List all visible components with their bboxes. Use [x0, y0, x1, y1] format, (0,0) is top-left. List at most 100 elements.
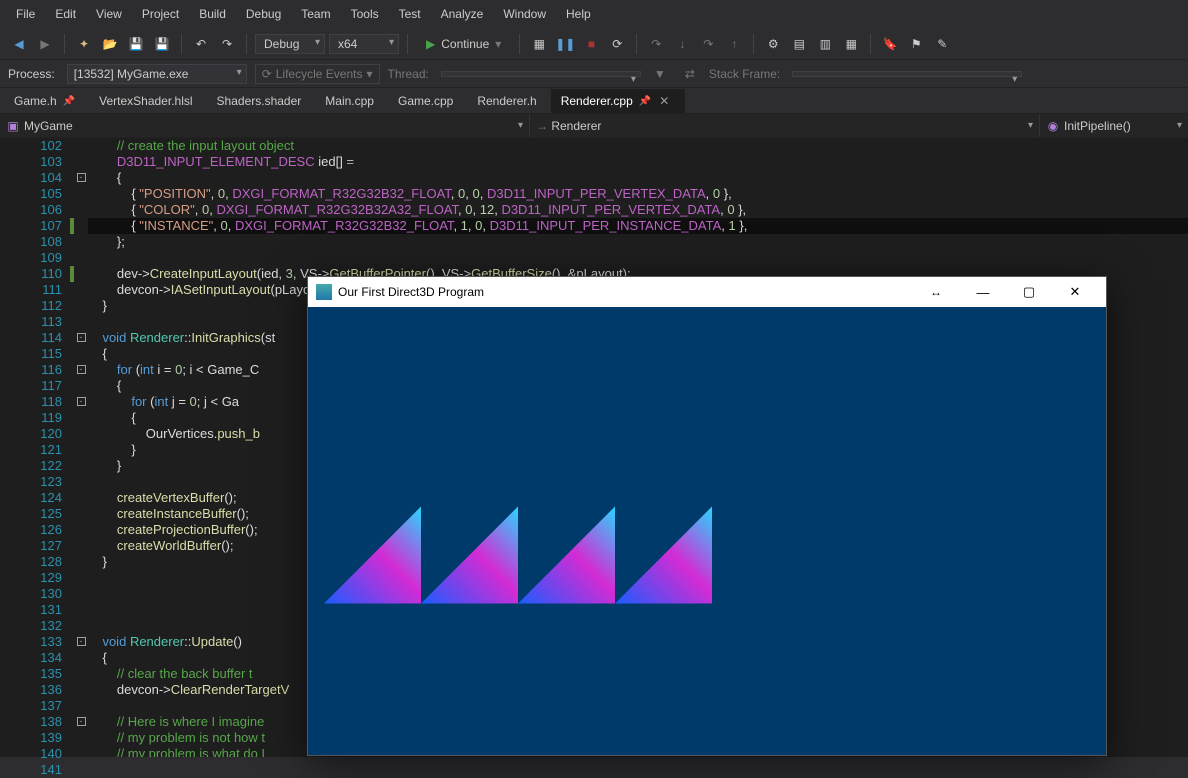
arrow-icon: → [536, 119, 551, 133]
tab-label: Game.h [14, 94, 57, 108]
menu-view[interactable]: View [86, 3, 132, 25]
class-scope-dropdown[interactable]: → Renderer ▾ [530, 114, 1040, 137]
close-button[interactable]: ✕ [1052, 277, 1098, 307]
continue-button[interactable]: ▶ Continue ▾ [416, 34, 511, 54]
debug-step-icon[interactable]: ▦ [528, 33, 550, 55]
dropdown-icon: ▾ [518, 120, 523, 131]
render-viewport [308, 307, 1106, 755]
process-dropdown[interactable]: [13532] MyGame.exe [67, 64, 247, 84]
continue-label: Continue [441, 37, 489, 51]
menu-project[interactable]: Project [132, 3, 189, 25]
tab-label: VertexShader.hlsl [99, 94, 192, 108]
filter-icon[interactable]: ▼ [649, 63, 671, 85]
fold-toggle[interactable]: - [77, 173, 86, 182]
tab-shaders[interactable]: Shaders.shader [207, 89, 316, 113]
fold-toggle[interactable]: - [77, 365, 86, 374]
member-name: InitPipeline() [1064, 119, 1131, 133]
lifecycle-icon: ⟳ [262, 67, 272, 81]
config-dropdown[interactable]: Debug [255, 34, 325, 54]
window-title: Our First Direct3D Program [338, 285, 484, 299]
project-icon: ▣ [6, 119, 20, 133]
dropdown-icon: ▾ [1177, 120, 1182, 131]
dropdown-icon: ▾ [1028, 120, 1033, 131]
step-over-icon[interactable]: ↷ [697, 33, 719, 55]
lifecycle-events-button[interactable]: ⟳ Lifecycle Events ▾ [255, 64, 380, 84]
menu-help[interactable]: Help [556, 3, 601, 25]
dropdown-icon[interactable]: ▾ [495, 37, 501, 51]
nav-breadcrumb: ▣ MyGame ▾ → Renderer ▾ ◉ InitPipeline()… [0, 114, 1188, 138]
tool-icon-1[interactable]: ⚙ [762, 33, 784, 55]
tab-strip: Game.h 📌 VertexShader.hlsl Shaders.shader… [0, 88, 1188, 114]
fold-gutter[interactable]: - - - - - - [74, 138, 88, 757]
menu-debug[interactable]: Debug [236, 3, 291, 25]
new-item-icon[interactable]: ✦ [73, 33, 95, 55]
tab-game-cpp[interactable]: Game.cpp [388, 89, 467, 113]
menu-build[interactable]: Build [189, 3, 236, 25]
menu-window[interactable]: Window [493, 3, 556, 25]
pause-icon[interactable]: ❚❚ [554, 33, 576, 55]
tool-icon-4[interactable]: ▦ [840, 33, 862, 55]
resize-arrow-icon: ↔ [912, 285, 960, 299]
flag-icon[interactable]: ⚑ [905, 33, 927, 55]
menu-team[interactable]: Team [291, 3, 340, 25]
menu-analyze[interactable]: Analyze [431, 3, 494, 25]
nav-fwd-icon: ▶ [34, 33, 56, 55]
process-label: Process: [8, 67, 59, 81]
tab-label: Main.cpp [325, 94, 374, 108]
pin-icon[interactable]: 📌 [63, 96, 75, 107]
menu-test[interactable]: Test [389, 3, 431, 25]
restart-icon[interactable]: ⟳ [606, 33, 628, 55]
class-name: Renderer [551, 119, 601, 133]
fold-toggle[interactable]: - [77, 637, 86, 646]
stackframe-dropdown[interactable] [792, 71, 1022, 77]
debug-bar: Process: [13532] MyGame.exe ⟳ Lifecycle … [0, 60, 1188, 88]
tab-label: Renderer.cpp [561, 94, 633, 108]
open-file-icon[interactable]: 📂 [99, 33, 121, 55]
stackframe-label: Stack Frame: [709, 67, 784, 81]
tool-icon-2[interactable]: ▤ [788, 33, 810, 55]
project-name: MyGame [24, 119, 73, 133]
menu-tools[interactable]: Tools [341, 3, 389, 25]
tool-icon-3[interactable]: ▥ [814, 33, 836, 55]
tab-renderer-cpp[interactable]: Renderer.cpp 📌 ✕ [551, 89, 686, 113]
method-icon: ◉ [1046, 119, 1060, 133]
undo-icon[interactable]: ↶ [190, 33, 212, 55]
redo-icon[interactable]: ↷ [216, 33, 238, 55]
bookmark-icon[interactable]: 🔖 [879, 33, 901, 55]
nav-back-icon[interactable]: ◀ [8, 33, 30, 55]
project-scope-dropdown[interactable]: ▣ MyGame ▾ [0, 114, 530, 137]
menu-file[interactable]: File [6, 3, 45, 25]
tab-label: Game.cpp [398, 94, 453, 108]
title-bar[interactable]: Our First Direct3D Program ↔ — ▢ ✕ [308, 277, 1106, 307]
tab-main-cpp[interactable]: Main.cpp [315, 89, 388, 113]
tab-renderer-h[interactable]: Renderer.h [467, 89, 550, 113]
close-tab-icon[interactable]: ✕ [657, 94, 671, 108]
save-all-icon[interactable]: 💾 [151, 33, 173, 55]
maximize-button[interactable]: ▢ [1006, 277, 1052, 307]
minimize-button[interactable]: — [960, 277, 1006, 307]
fold-toggle[interactable]: - [77, 333, 86, 342]
pin-icon[interactable]: 📌 [639, 96, 651, 107]
save-icon[interactable]: 💾 [125, 33, 147, 55]
play-icon: ▶ [426, 37, 435, 51]
fold-toggle[interactable]: - [77, 717, 86, 726]
tab-vertex-shader[interactable]: VertexShader.hlsl [89, 89, 206, 113]
step-out-icon[interactable]: ↑ [723, 33, 745, 55]
stop-icon[interactable]: ■ [580, 33, 602, 55]
app-window[interactable]: Our First Direct3D Program ↔ — ▢ ✕ [307, 276, 1107, 756]
tab-game-h[interactable]: Game.h 📌 [4, 89, 89, 113]
show-next-icon[interactable]: ↷ [645, 33, 667, 55]
tab-label: Shaders.shader [217, 94, 302, 108]
line-number-gutter: 1021031041051061071081091101111121131141… [20, 138, 70, 757]
highlight-icon[interactable]: ✎ [931, 33, 953, 55]
fold-toggle[interactable]: - [77, 397, 86, 406]
lifecycle-label: Lifecycle Events [276, 67, 363, 81]
thread-label: Thread: [388, 67, 433, 81]
member-scope-dropdown[interactable]: ◉ InitPipeline() ▾ [1040, 114, 1188, 137]
menu-edit[interactable]: Edit [45, 3, 86, 25]
step-into-icon[interactable]: ↓ [671, 33, 693, 55]
breakpoint-margin[interactable] [0, 138, 20, 757]
thread-dropdown[interactable] [441, 71, 641, 77]
toggle-icon[interactable]: ⇄ [679, 63, 701, 85]
platform-dropdown[interactable]: x64 [329, 34, 399, 54]
